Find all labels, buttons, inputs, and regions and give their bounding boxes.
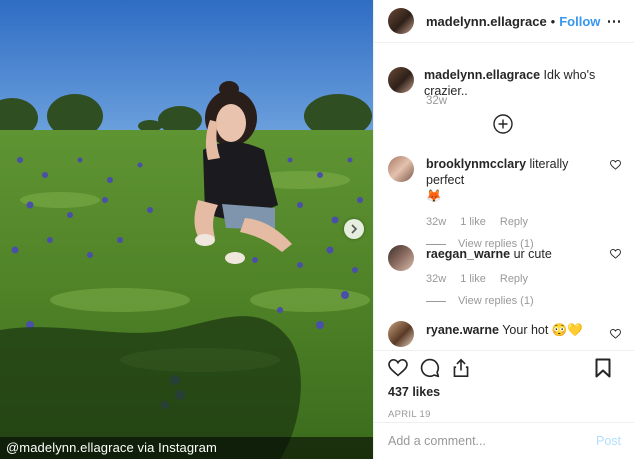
comment-bubble-icon[interactable] [420,358,440,378]
post-header: madelynn.ellagrace • Follow [374,0,634,43]
avatar[interactable] [388,156,414,182]
avatar[interactable] [388,245,414,271]
post-date[interactable]: APRIL 19 [374,409,634,421]
avatar[interactable] [388,8,414,34]
post-caption: madelynn.ellagrace Idk who's crazier.. [388,67,634,99]
comment-timestamp[interactable]: 32w [426,216,446,228]
photo-credit: @madelynn.ellagrace via Instagram [0,437,373,459]
avatar[interactable] [388,67,414,93]
comment-item: brooklynmcclary literally perfect 🦊 32w … [388,156,621,250]
flushed-heart-emoji: 😳💛 [551,323,583,337]
view-replies-label: View replies (1) [458,295,534,307]
comment-actions: 32w 1 like Reply [426,273,621,285]
plus-circle-icon[interactable] [492,113,514,135]
comment-likes[interactable]: 1 like [460,273,486,285]
heart-icon[interactable] [610,160,621,170]
more-options-icon[interactable] [606,13,622,29]
post-username[interactable]: madelynn.ellagrace [426,14,547,29]
carousel-next-button[interactable] [344,219,364,239]
add-comment-bar: Add a comment... Post [374,422,634,459]
comments-list[interactable]: madelynn.ellagrace Idk who's crazier.. 3… [374,43,634,350]
action-icons [374,351,634,385]
caption-username[interactable]: madelynn.ellagrace [424,68,540,82]
chevron-right-icon [351,224,358,234]
comment-likes[interactable]: 1 like [460,216,486,228]
caption-timestamp[interactable]: 32w [426,95,447,107]
comment-input[interactable]: Add a comment... [388,434,596,448]
post-comment-button[interactable]: Post [596,434,621,448]
reply-button[interactable]: Reply [500,273,528,285]
avatar[interactable] [388,321,414,347]
comment-username[interactable]: raegan_warne [426,247,510,261]
share-icon[interactable] [452,358,470,378]
photo-image [0,0,373,459]
fox-emoji: 🦊 [426,189,442,203]
heart-icon[interactable] [610,329,621,339]
heart-icon[interactable] [610,249,621,259]
post-side-panel: madelynn.ellagrace • Follow madelynn.ell… [373,0,634,459]
separator-dot: • [550,13,556,29]
comment-timestamp[interactable]: 32w [426,273,446,285]
comment-actions: 32w 1 like Reply [426,216,621,228]
comment-text: ur cute [513,247,552,261]
like-heart-icon[interactable] [388,359,408,377]
view-replies-button[interactable]: View replies (1) [426,295,621,307]
bookmark-icon[interactable] [595,358,611,378]
comment-item: ryane.warne Your hot 😳💛 [388,321,621,347]
comment-username[interactable]: ryane.warne [426,323,499,337]
replies-divider [426,300,446,302]
reply-button[interactable]: Reply [500,216,528,228]
comment-username[interactable]: brooklynmcclary [426,157,526,171]
likes-count[interactable]: 437 likes [374,385,634,401]
comment-item: raegan_warne ur cute 32w 1 like Reply Vi… [388,245,621,307]
follow-button[interactable]: Follow [559,14,600,29]
post-photo[interactable]: @madelynn.ellagrace via Instagram [0,0,373,459]
post-actions-bar: 437 likes APRIL 19 [374,350,634,421]
comment-text: Your hot [502,323,549,337]
